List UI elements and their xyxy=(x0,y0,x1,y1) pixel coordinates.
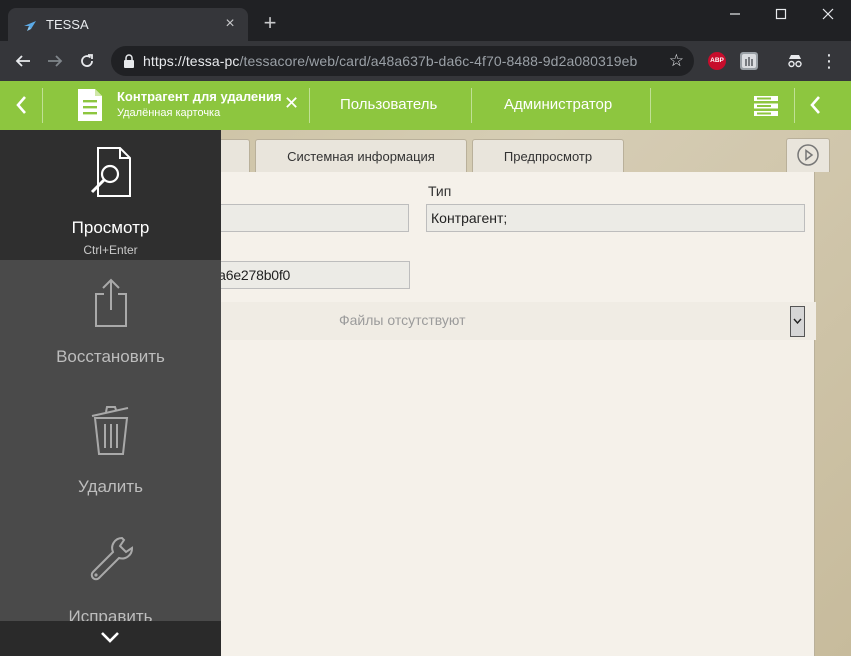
window-minimize-button[interactable] xyxy=(712,0,758,30)
card-close-icon[interactable]: ✕ xyxy=(284,93,299,114)
extension-icon[interactable] xyxy=(740,52,758,70)
browser-menu-icon[interactable]: ⋮ xyxy=(820,49,838,73)
collapse-left-button[interactable] xyxy=(9,93,33,117)
tab-preview[interactable]: Предпросмотр xyxy=(472,139,624,172)
window-maximize-button[interactable] xyxy=(758,0,804,30)
action-delete[interactable]: Удалить xyxy=(0,400,221,500)
close-icon xyxy=(822,8,834,20)
trash-icon xyxy=(91,406,129,455)
restore-icon xyxy=(95,278,127,327)
side-action-panel: Просмотр Ctrl+Enter Восстановить Удалить… xyxy=(0,130,221,656)
action-preview[interactable]: Просмотр Ctrl+Enter xyxy=(0,130,221,260)
chevron-left-icon xyxy=(810,96,820,114)
forward-button[interactable] xyxy=(43,49,67,73)
address-bar[interactable]: https://tessa-pc/tessacore/web/card/a48a… xyxy=(111,46,694,76)
action-delete-label: Удалить xyxy=(78,477,143,496)
back-button[interactable] xyxy=(11,49,35,73)
tab-administrator[interactable]: Администратор xyxy=(504,96,612,113)
tessa-favicon-icon xyxy=(24,21,36,31)
header-separator xyxy=(42,88,43,123)
document-icon xyxy=(78,89,102,121)
preview-icon xyxy=(90,147,131,197)
url-text: https://tessa-pc/tessacore/web/card/a48a… xyxy=(143,53,637,69)
browser-tab[interactable]: TESSA × xyxy=(8,8,248,41)
header-separator xyxy=(794,88,795,123)
url-host: https://tessa-pc xyxy=(143,53,240,69)
chevron-down-icon xyxy=(101,632,119,643)
card-title: Контрагент для удаления xyxy=(117,89,282,104)
toggle-preview-button[interactable] xyxy=(786,138,830,172)
action-restore[interactable]: Восстановить xyxy=(0,270,221,370)
adblock-extension-icon[interactable]: ABP xyxy=(708,52,726,70)
minimize-icon xyxy=(730,13,740,15)
header-separator xyxy=(471,88,472,123)
side-panel-more-button[interactable] xyxy=(0,621,221,656)
lock-icon xyxy=(124,54,134,68)
card-subtitle: Удалённая карточка xyxy=(117,107,221,119)
tab-user[interactable]: Пользователь xyxy=(340,96,437,113)
tab-close-icon[interactable]: × xyxy=(220,14,240,34)
incognito-extension-icon[interactable] xyxy=(786,53,804,69)
files-dropdown-button[interactable] xyxy=(790,306,805,337)
browser-toolbar: https://tessa-pc/tessacore/web/card/a48a… xyxy=(0,41,851,81)
action-fix[interactable]: Исправить xyxy=(0,530,221,630)
chevron-left-icon xyxy=(16,96,26,114)
browser-titlebar: TESSA × + xyxy=(0,0,851,41)
arrow-right-icon xyxy=(48,55,63,67)
reload-icon xyxy=(81,54,93,67)
window-close-button[interactable] xyxy=(805,0,851,30)
url-path: /tessacore/web/card/a48a637b-da6c-4f70-8… xyxy=(239,53,638,69)
hand-icon xyxy=(742,54,756,68)
header-separator xyxy=(309,88,310,123)
new-tab-button[interactable]: + xyxy=(259,12,281,35)
action-preview-shortcut: Ctrl+Enter xyxy=(83,243,138,257)
play-circle-icon xyxy=(797,144,819,166)
action-preview-label: Просмотр xyxy=(71,218,150,237)
reload-button[interactable] xyxy=(75,49,99,73)
star-icon[interactable]: ☆ xyxy=(669,51,684,71)
tab-title: TESSA xyxy=(46,17,89,32)
layout-menu-icon[interactable] xyxy=(754,96,778,116)
type-field[interactable]: Контрагент; xyxy=(426,204,805,232)
type-label: Тип xyxy=(428,183,452,199)
arrow-left-icon xyxy=(15,55,30,67)
tab-system-info[interactable]: Системная информация xyxy=(255,139,467,172)
action-restore-label: Восстановить xyxy=(56,347,165,366)
collapse-right-button[interactable] xyxy=(803,93,827,117)
header-separator xyxy=(650,88,651,123)
app-header: Контрагент для удаления Удалённая карточ… xyxy=(0,81,851,130)
chevron-down-icon xyxy=(793,318,802,325)
maximize-icon xyxy=(775,8,787,20)
wrench-icon xyxy=(90,536,133,581)
files-empty-text: Файлы отсутствуют xyxy=(339,312,466,328)
